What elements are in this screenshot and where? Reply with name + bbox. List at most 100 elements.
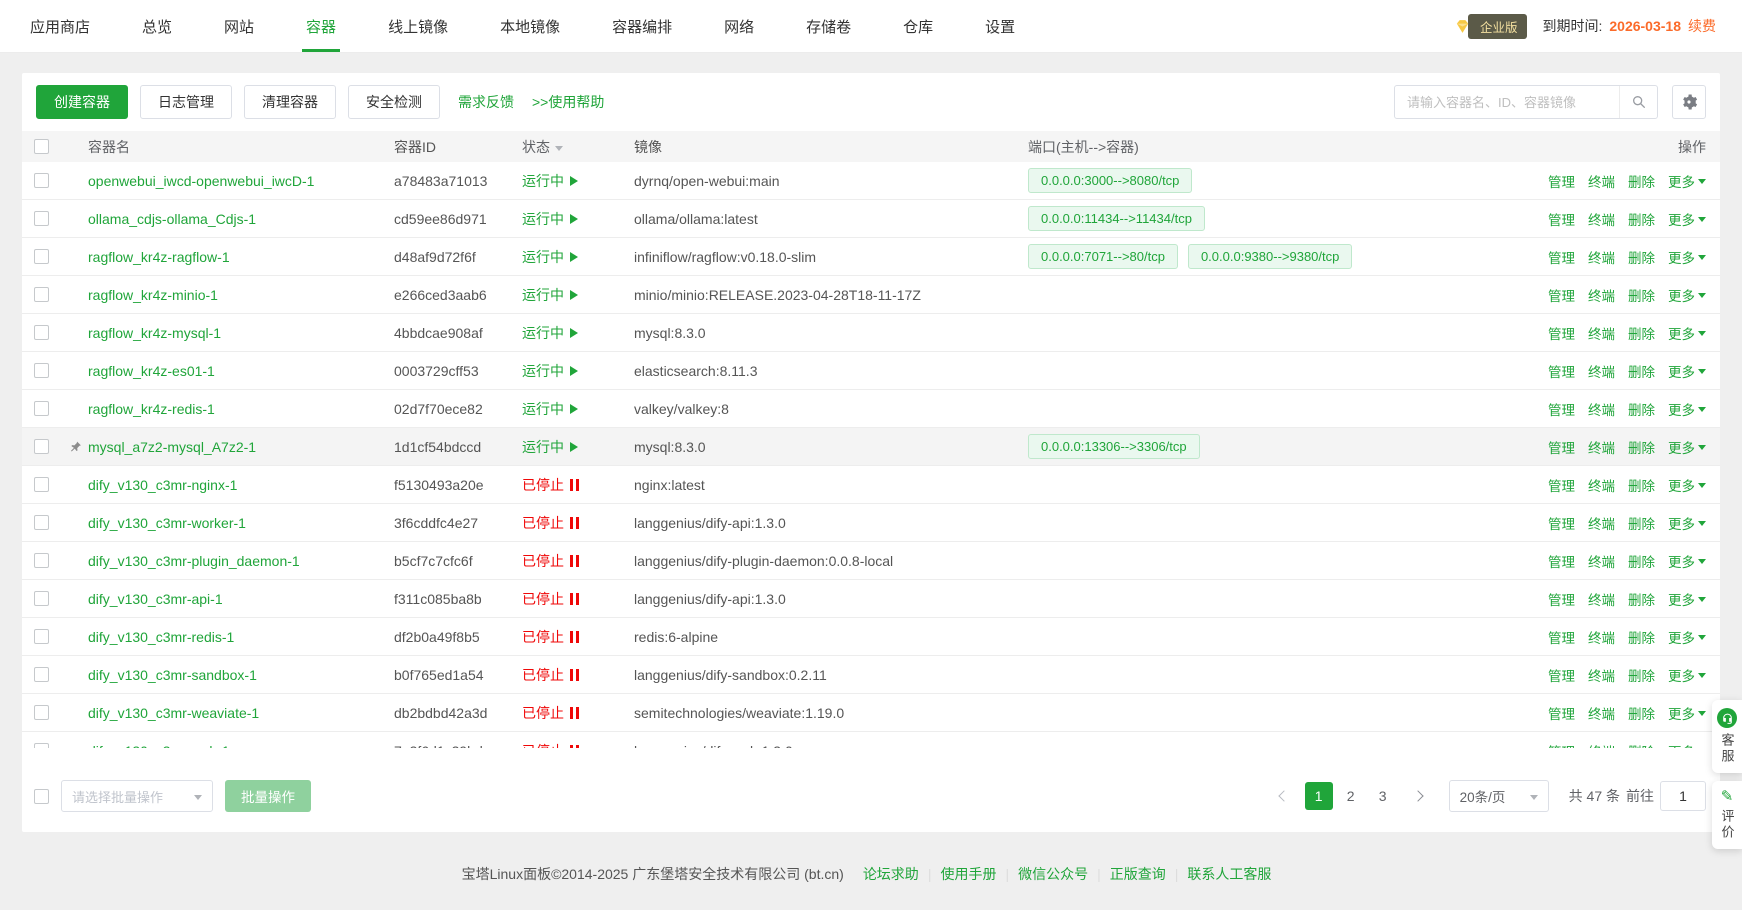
action-terminal-link[interactable]: 终端 bbox=[1588, 323, 1615, 343]
feedback-link[interactable]: 需求反馈 bbox=[458, 92, 514, 112]
action-delete-link[interactable]: 删除 bbox=[1628, 361, 1655, 381]
log-management-button[interactable]: 日志管理 bbox=[140, 85, 232, 119]
action-terminal-link[interactable]: 终端 bbox=[1588, 627, 1615, 647]
action-more-link[interactable]: 更多 bbox=[1668, 513, 1706, 533]
action-manage-link[interactable]: 管理 bbox=[1548, 171, 1575, 191]
action-more-link[interactable]: 更多 bbox=[1668, 627, 1706, 647]
row-checkbox[interactable] bbox=[34, 591, 49, 606]
action-terminal-link[interactable]: 终端 bbox=[1588, 741, 1615, 749]
action-more-link[interactable]: 更多 bbox=[1668, 171, 1706, 191]
header-status[interactable]: 状态 bbox=[512, 137, 624, 157]
container-name-link[interactable]: dify_v130_c3mr-plugin_daemon-1 bbox=[88, 553, 300, 569]
action-terminal-link[interactable]: 终端 bbox=[1588, 475, 1615, 495]
action-terminal-link[interactable]: 终端 bbox=[1588, 703, 1615, 723]
security-check-button[interactable]: 安全检测 bbox=[348, 85, 440, 119]
select-all-checkbox[interactable] bbox=[34, 139, 49, 154]
action-manage-link[interactable]: 管理 bbox=[1548, 361, 1575, 381]
row-checkbox[interactable] bbox=[34, 363, 49, 378]
action-delete-link[interactable]: 删除 bbox=[1628, 437, 1655, 457]
action-terminal-link[interactable]: 终端 bbox=[1588, 247, 1615, 267]
nav-item[interactable]: 应用商店 bbox=[26, 0, 94, 52]
nav-item[interactable]: 本地镜像 bbox=[496, 0, 564, 52]
action-more-link[interactable]: 更多 bbox=[1668, 399, 1706, 419]
customer-service-widget[interactable]: 客服 bbox=[1712, 700, 1742, 773]
action-delete-link[interactable]: 删除 bbox=[1628, 171, 1655, 191]
action-delete-link[interactable]: 删除 bbox=[1628, 703, 1655, 723]
action-more-link[interactable]: 更多 bbox=[1668, 665, 1706, 685]
action-manage-link[interactable]: 管理 bbox=[1548, 285, 1575, 305]
clean-container-button[interactable]: 清理容器 bbox=[244, 85, 336, 119]
search-button[interactable] bbox=[1619, 86, 1657, 118]
action-delete-link[interactable]: 删除 bbox=[1628, 665, 1655, 685]
action-more-link[interactable]: 更多 bbox=[1668, 285, 1706, 305]
action-terminal-link[interactable]: 终端 bbox=[1588, 399, 1615, 419]
action-manage-link[interactable]: 管理 bbox=[1548, 475, 1575, 495]
help-link[interactable]: >>使用帮助 bbox=[532, 92, 604, 112]
action-delete-link[interactable]: 删除 bbox=[1628, 589, 1655, 609]
action-manage-link[interactable]: 管理 bbox=[1548, 627, 1575, 647]
create-container-button[interactable]: 创建容器 bbox=[36, 85, 128, 119]
nav-item[interactable]: 线上镜像 bbox=[384, 0, 452, 52]
container-name-link[interactable]: dify_v130_c3mr-sandbox-1 bbox=[88, 667, 257, 683]
nav-item[interactable]: 容器 bbox=[302, 0, 340, 52]
row-checkbox[interactable] bbox=[34, 401, 49, 416]
action-delete-link[interactable]: 删除 bbox=[1628, 285, 1655, 305]
container-name-link[interactable]: ragflow_kr4z-minio-1 bbox=[88, 287, 218, 303]
container-name-link[interactable]: ragflow_kr4z-redis-1 bbox=[88, 401, 215, 417]
container-name-link[interactable]: dify_v130_c3mr-weaviate-1 bbox=[88, 705, 259, 721]
settings-button[interactable] bbox=[1672, 85, 1706, 119]
action-more-link[interactable]: 更多 bbox=[1668, 361, 1706, 381]
row-checkbox[interactable] bbox=[34, 515, 49, 530]
row-checkbox[interactable] bbox=[34, 287, 49, 302]
footer-link[interactable]: 使用手册 bbox=[940, 866, 996, 882]
action-terminal-link[interactable]: 终端 bbox=[1588, 209, 1615, 229]
action-manage-link[interactable]: 管理 bbox=[1548, 589, 1575, 609]
action-manage-link[interactable]: 管理 bbox=[1548, 209, 1575, 229]
nav-item[interactable]: 总览 bbox=[138, 0, 176, 52]
row-checkbox[interactable] bbox=[34, 667, 49, 682]
row-checkbox[interactable] bbox=[34, 173, 49, 188]
page-number-button[interactable]: 3 bbox=[1369, 782, 1397, 810]
action-manage-link[interactable]: 管理 bbox=[1548, 437, 1575, 457]
batch-select-all-checkbox[interactable] bbox=[34, 789, 49, 804]
page-number-button[interactable]: 2 bbox=[1337, 782, 1365, 810]
row-checkbox[interactable] bbox=[34, 477, 49, 492]
action-delete-link[interactable]: 删除 bbox=[1628, 399, 1655, 419]
row-checkbox[interactable] bbox=[34, 553, 49, 568]
action-terminal-link[interactable]: 终端 bbox=[1588, 513, 1615, 533]
footer-link[interactable]: 论坛求助 bbox=[863, 866, 919, 882]
action-more-link[interactable]: 更多 bbox=[1668, 551, 1706, 571]
action-delete-link[interactable]: 删除 bbox=[1628, 209, 1655, 229]
row-checkbox[interactable] bbox=[34, 211, 49, 226]
batch-operation-select[interactable]: 请选择批量操作 bbox=[61, 780, 213, 812]
nav-item[interactable]: 设置 bbox=[981, 0, 1019, 52]
action-more-link[interactable]: 更多 bbox=[1668, 475, 1706, 495]
container-name-link[interactable]: ollama_cdjs-ollama_Cdjs-1 bbox=[88, 211, 256, 227]
row-checkbox[interactable] bbox=[34, 439, 49, 454]
action-manage-link[interactable]: 管理 bbox=[1548, 323, 1575, 343]
action-terminal-link[interactable]: 终端 bbox=[1588, 665, 1615, 685]
action-manage-link[interactable]: 管理 bbox=[1548, 399, 1575, 419]
action-terminal-link[interactable]: 终端 bbox=[1588, 589, 1615, 609]
action-more-link[interactable]: 更多 bbox=[1668, 589, 1706, 609]
container-name-link[interactable]: mysql_a7z2-mysql_A7z2-1 bbox=[88, 439, 256, 455]
action-more-link[interactable]: 更多 bbox=[1668, 741, 1706, 749]
action-delete-link[interactable]: 删除 bbox=[1628, 627, 1655, 647]
action-delete-link[interactable]: 删除 bbox=[1628, 323, 1655, 343]
container-name-link[interactable]: openwebui_iwcd-openwebui_iwcD-1 bbox=[88, 173, 314, 189]
action-manage-link[interactable]: 管理 bbox=[1548, 665, 1575, 685]
footer-link[interactable]: 微信公众号 bbox=[1018, 866, 1088, 882]
footer-link[interactable]: 正版查询 bbox=[1110, 866, 1166, 882]
row-checkbox[interactable] bbox=[34, 743, 49, 748]
row-checkbox[interactable] bbox=[34, 705, 49, 720]
next-page-button[interactable] bbox=[1405, 782, 1431, 810]
nav-item[interactable]: 网站 bbox=[220, 0, 258, 52]
container-name-link[interactable]: dify_v130_c3mr-nginx-1 bbox=[88, 477, 237, 493]
container-name-link[interactable]: ragflow_kr4z-es01-1 bbox=[88, 363, 215, 379]
container-name-link[interactable]: dify_v130_c3mr-worker-1 bbox=[88, 515, 246, 531]
action-delete-link[interactable]: 删除 bbox=[1628, 741, 1655, 749]
action-more-link[interactable]: 更多 bbox=[1668, 209, 1706, 229]
container-name-link[interactable]: ragflow_kr4z-ragflow-1 bbox=[88, 249, 230, 265]
row-checkbox[interactable] bbox=[34, 325, 49, 340]
action-more-link[interactable]: 更多 bbox=[1668, 703, 1706, 723]
